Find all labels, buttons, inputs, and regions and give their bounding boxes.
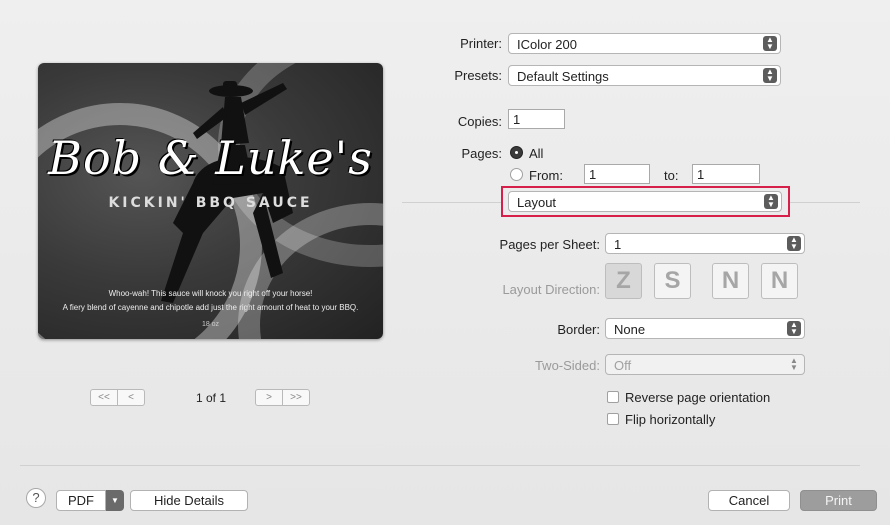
copies-label: Copies: — [457, 114, 502, 129]
pages-all-radio[interactable] — [510, 146, 523, 159]
two-sided-value: Off — [614, 358, 632, 373]
pages-per-sheet-label: Pages per Sheet: — [499, 237, 600, 252]
pages-to-label: to: — [664, 168, 679, 183]
preview-tagline: A fiery blend of cayenne and chipotle ad… — [62, 303, 359, 312]
pdf-button[interactable]: PDF — [56, 490, 106, 511]
presets-popup[interactable]: Default Settings ▲ ▼ — [508, 65, 781, 86]
pages-all-label: All — [529, 146, 544, 161]
print-button[interactable]: Print — [800, 490, 877, 511]
preview-subtitle: KICKIN' BBQ SAUCE — [108, 195, 313, 211]
print-preview: Bob & Luke's KICKIN' BBQ SAUCE Whoo-wah!… — [38, 63, 383, 339]
printer-value: IColor 200 — [517, 37, 577, 52]
preview-title: Bob & Luke's — [48, 131, 373, 185]
flip-horizontally-checkbox[interactable] — [607, 413, 619, 425]
flip-horizontally-label: Flip horizontally — [625, 412, 716, 427]
copies-value: 1 — [513, 112, 521, 127]
hide-details-button[interactable]: Hide Details — [130, 490, 248, 511]
layout-direction-s-button[interactable]: S — [654, 263, 691, 299]
layout-direction-n-reverse-button[interactable]: N — [761, 263, 798, 299]
preview-size: 18 oz — [201, 321, 220, 328]
pages-from-radio[interactable] — [510, 168, 523, 181]
reverse-orientation-checkbox[interactable] — [607, 391, 619, 403]
help-button[interactable]: ? — [26, 488, 46, 508]
two-sided-label: Two-Sided: — [534, 358, 600, 373]
pages-from-label: From: — [529, 168, 563, 183]
pages-to-field[interactable]: 1 — [692, 164, 760, 184]
popup-arrows-icon: ▲ ▼ — [787, 321, 801, 336]
pages-per-sheet-popup[interactable]: 1 ▲ ▼ — [605, 233, 805, 254]
previous-page-button[interactable]: < — [117, 390, 144, 405]
separator — [402, 202, 502, 203]
layout-z-icon: Z — [616, 267, 631, 294]
popup-arrows-icon: ▲ ▼ — [787, 236, 801, 251]
layout-direction-z-button[interactable]: Z — [605, 263, 642, 299]
printer-popup[interactable]: IColor 200 ▲ ▼ — [508, 33, 781, 54]
last-page-button[interactable]: >> — [282, 390, 309, 405]
printer-label: Printer: — [460, 36, 502, 51]
presets-label: Presets: — [454, 68, 502, 83]
border-popup[interactable]: None ▲ ▼ — [605, 318, 805, 339]
page-nav-back-group: << < — [90, 389, 145, 406]
popup-arrows-icon: ▲ ▼ — [763, 68, 777, 83]
page-nav-forward-group: > >> — [255, 389, 310, 406]
layout-n-reverse-icon: N — [770, 267, 789, 294]
cancel-button[interactable]: Cancel — [708, 490, 790, 511]
preview-tagline: Whoo-wah! This sauce will knock you righ… — [108, 289, 313, 298]
print-dialog: Bob & Luke's KICKIN' BBQ SAUCE Whoo-wah!… — [0, 0, 890, 525]
page-count: 1 of 1 — [196, 391, 227, 405]
pages-to-value: 1 — [697, 167, 705, 182]
layout-direction-label: Layout Direction: — [502, 282, 600, 297]
pages-from-value: 1 — [589, 167, 597, 182]
two-sided-popup[interactable]: Off ▲ ▼ — [605, 354, 805, 375]
pages-per-sheet-value: 1 — [614, 237, 622, 252]
next-page-button[interactable]: > — [256, 390, 282, 405]
border-label: Border: — [557, 322, 600, 337]
layout-s-icon: S — [664, 267, 681, 294]
first-page-button[interactable]: << — [91, 390, 117, 405]
border-value: None — [614, 322, 646, 337]
pdf-menu-arrow-icon[interactable]: ▼ — [106, 490, 124, 511]
pages-from-field[interactable]: 1 — [584, 164, 650, 184]
reverse-orientation-label: Reverse page orientation — [625, 390, 771, 405]
layout-highlight-box — [501, 186, 790, 217]
layout-direction-n-button[interactable]: N — [712, 263, 749, 299]
popup-arrows-icon: ▲ ▼ — [763, 36, 777, 51]
separator — [790, 202, 860, 203]
footer-separator — [20, 465, 860, 466]
copies-field[interactable]: 1 — [508, 109, 565, 129]
pages-label: Pages: — [461, 146, 502, 161]
presets-value: Default Settings — [517, 69, 609, 84]
popup-arrows-icon: ▲ ▼ — [790, 356, 798, 372]
layout-n-icon: N — [721, 267, 740, 294]
